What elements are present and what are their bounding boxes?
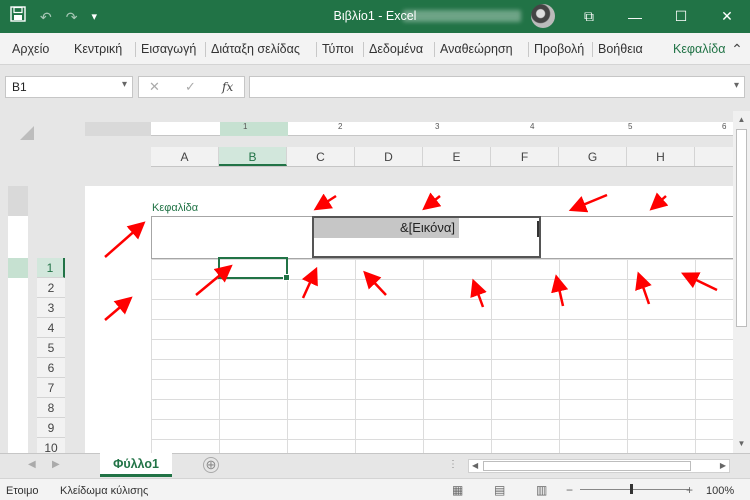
ribbon-display-icon[interactable]: ⧉	[566, 0, 612, 33]
row-header[interactable]: 10	[37, 438, 65, 453]
scroll-thumb[interactable]	[736, 129, 747, 327]
zoom-out-icon[interactable]: −	[566, 483, 573, 497]
avatar[interactable]	[531, 4, 555, 28]
column-header[interactable]: H	[627, 147, 695, 166]
column-header[interactable]: C	[287, 147, 355, 166]
formula-input[interactable]: ▾	[249, 76, 745, 98]
ruler-number: 1	[243, 122, 248, 131]
tab-help[interactable]: Βοήθεια	[598, 42, 643, 56]
column-header[interactable]: F	[491, 147, 559, 166]
tab-data[interactable]: Δεδομένα	[369, 42, 423, 56]
sheet-options-icon[interactable]: ⋮	[448, 459, 458, 470]
tab-home[interactable]: Κεντρική	[74, 42, 122, 56]
column-header[interactable]: G	[559, 147, 627, 166]
chevron-down-icon[interactable]: ▾	[122, 79, 127, 90]
row-headers: 1 2 3 4 5 6 7 8 9 10	[37, 258, 65, 453]
row-header[interactable]: 8	[37, 398, 65, 418]
name-box[interactable]: B1 ▾	[5, 76, 133, 98]
add-sheet-icon[interactable]: ⊕	[203, 457, 219, 473]
row-header[interactable]: 9	[37, 418, 65, 438]
cancel-icon[interactable]: ✕	[149, 79, 160, 95]
scroll-up-icon[interactable]: ▲	[733, 115, 750, 124]
minimize-icon[interactable]: —	[612, 0, 658, 33]
ruler-number: 6	[722, 122, 727, 131]
sheet-tab[interactable]: Φύλλο1	[100, 453, 172, 477]
title-bar: ↶ ↷ ▾ Βιβλίο1 - Excel ⧉ — ☐ ✕	[0, 0, 750, 33]
close-icon[interactable]: ✕	[704, 0, 750, 33]
horizontal-scrollbar[interactable]: ◀ ▶	[468, 459, 730, 473]
column-headers: A B C D E F G H	[151, 147, 733, 167]
header-center-text: &[Εικόνα]	[314, 218, 459, 238]
tab-view[interactable]: Προβολή	[534, 42, 584, 56]
row-header[interactable]: 5	[37, 338, 65, 358]
prev-sheet-icon[interactable]: ◀	[28, 459, 36, 470]
scroll-right-icon[interactable]: ▶	[720, 461, 726, 470]
status-mode: Ετοιμο	[6, 485, 39, 497]
horizontal-ruler: 1 2 3 4 5 6	[85, 122, 733, 136]
zoom-in-icon[interactable]: +	[686, 483, 693, 497]
scroll-left-icon[interactable]: ◀	[472, 461, 478, 470]
next-sheet-icon[interactable]: ▶	[52, 459, 60, 470]
row-header[interactable]: 2	[37, 278, 65, 298]
tab-insert[interactable]: Εισαγωγή	[141, 42, 196, 56]
row-header[interactable]: 6	[37, 358, 65, 378]
page-break-view-icon[interactable]: ▥	[536, 483, 547, 497]
ribbon-tabs: Αρχείο Κεντρική Εισαγωγή Διάταξη σελίδας…	[0, 33, 750, 65]
chevron-up-icon[interactable]: ⌃	[727, 35, 747, 63]
row-header[interactable]: 3	[37, 298, 65, 318]
active-cell-b1[interactable]	[218, 257, 290, 281]
name-box-value: B1	[12, 80, 27, 94]
ruler-number: 4	[530, 122, 535, 131]
column-header[interactable]: E	[423, 147, 491, 166]
status-bar: Ετοιμο Κλείδωμα κύλισης ▦ ▤ ▥ − + 100%	[0, 478, 750, 500]
expand-formula-icon[interactable]: ▾	[734, 80, 739, 91]
vertical-ruler	[8, 186, 28, 453]
column-header[interactable]: B	[219, 147, 287, 166]
zoom-slider[interactable]	[580, 484, 690, 494]
tab-page-layout[interactable]: Διάταξη σελίδας	[211, 42, 300, 56]
sheet-tab-bar: ◀ ▶ Φύλλο1 ⊕ ⋮ ◀ ▶	[0, 453, 750, 478]
column-header[interactable]: D	[355, 147, 423, 166]
normal-view-icon[interactable]: ▦	[452, 483, 463, 497]
ruler-number: 3	[435, 122, 440, 131]
tab-review[interactable]: Αναθεώρηση	[440, 42, 513, 56]
cell-grid[interactable]	[151, 258, 733, 453]
ruler-number: 5	[628, 122, 633, 131]
formula-bar-area: B1 ▾ ✕ ✓ fx ▾	[0, 66, 750, 111]
column-header[interactable]: A	[151, 147, 219, 166]
enter-icon[interactable]: ✓	[185, 79, 196, 95]
vertical-scrollbar[interactable]: ▲ ▼	[733, 111, 750, 453]
scroll-down-icon[interactable]: ▼	[733, 439, 750, 448]
select-all-corner[interactable]	[20, 126, 34, 140]
page-layout-view-icon[interactable]: ▤	[494, 483, 505, 497]
status-scroll-lock: Κλείδωμα κύλισης	[60, 485, 149, 497]
tab-file[interactable]: Αρχείο	[12, 42, 49, 56]
tab-formulas[interactable]: Τύποι	[322, 42, 354, 56]
header-center-section[interactable]: &[Εικόνα]	[312, 216, 541, 258]
ruler-number: 2	[338, 122, 343, 131]
row-header[interactable]: 7	[37, 378, 65, 398]
hscroll-thumb[interactable]	[483, 461, 691, 471]
row-header[interactable]: 4	[37, 318, 65, 338]
page-layout-sheet: Κεφαλίδα &[Εικόνα]	[85, 186, 733, 453]
user-name-blurred[interactable]	[403, 10, 521, 22]
text-cursor	[537, 221, 539, 237]
sheet-area: 1 2 3 4 5 6 A B C D E F G H 1 2 3 4 5 6 …	[0, 111, 733, 453]
header-label: Κεφαλίδα	[152, 202, 199, 214]
zoom-level[interactable]: 100%	[706, 485, 734, 497]
row-header[interactable]: 1	[37, 258, 65, 278]
tab-header[interactable]: Κεφαλίδα	[673, 42, 725, 56]
formula-buttons: ✕ ✓ fx	[138, 76, 245, 98]
insert-function-icon[interactable]: fx	[222, 80, 233, 94]
restore-icon[interactable]: ☐	[658, 0, 704, 33]
